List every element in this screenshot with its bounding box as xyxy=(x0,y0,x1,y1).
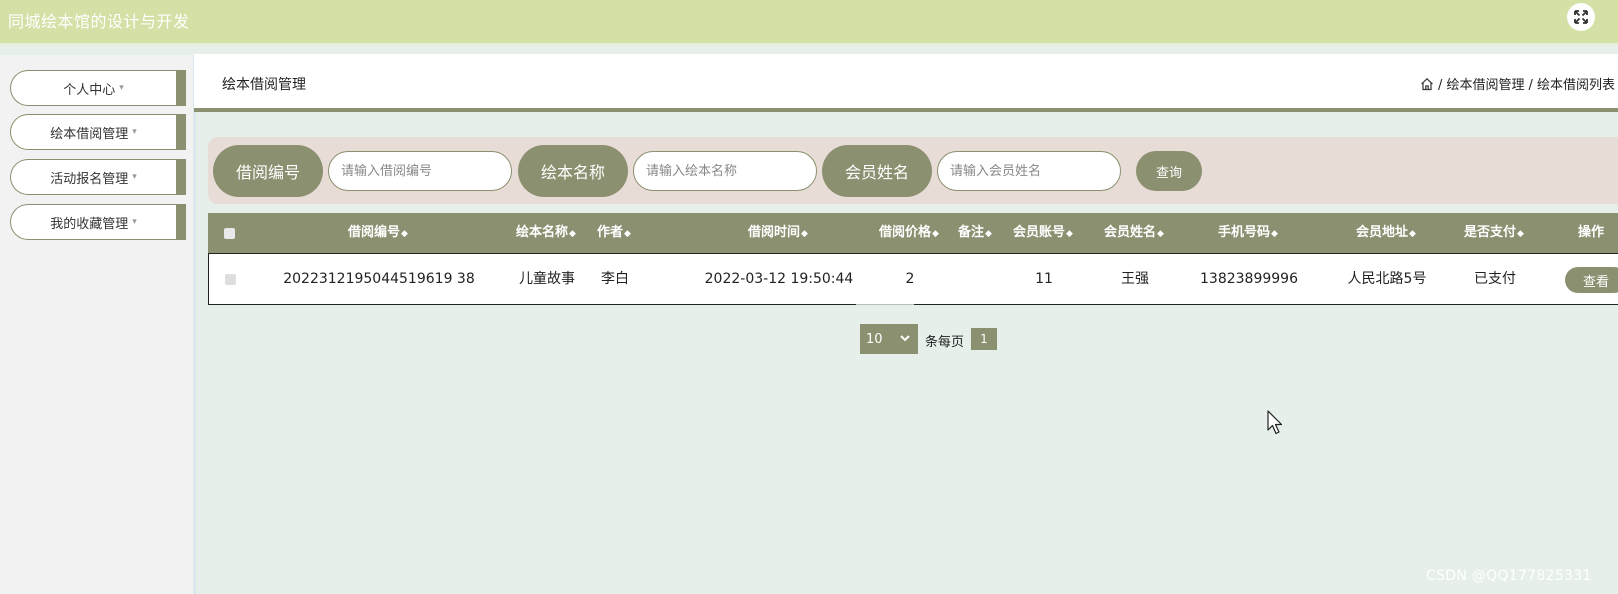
sidebar-item-label: 活动报名管理 xyxy=(50,171,129,187)
col-label: 会员账号 xyxy=(1013,225,1066,240)
chevron-down-icon xyxy=(898,331,912,349)
col-label: 会员地址 xyxy=(1356,225,1409,240)
breadcrumb: / 绘本借阅管理 / 绘本借阅列表 xyxy=(1420,74,1615,93)
table-row[interactable]: 2022312195044519619 38 儿童故事 李白 2022-03-1… xyxy=(208,253,1618,305)
col-label: 会员姓名 xyxy=(1104,225,1157,240)
col-member-account[interactable]: 会员账号◆ xyxy=(1006,213,1080,253)
sort-icon: ◆ xyxy=(569,229,576,239)
page-size-select[interactable]: 10 xyxy=(860,324,918,354)
sort-icon: ◆ xyxy=(1066,229,1073,239)
sort-icon: ◆ xyxy=(1157,229,1164,239)
app-title: 同城绘本馆的设计与开发 xyxy=(8,12,190,31)
sidebar-item-activity-signup[interactable]: 活动报名管理 ▾ xyxy=(10,159,186,195)
col-label: 作者 xyxy=(597,225,624,240)
sidebar-item-label: 绘本借阅管理 xyxy=(50,126,129,142)
sort-icon: ◆ xyxy=(401,229,408,239)
col-label: 手机号码 xyxy=(1218,225,1271,240)
top-header: 同城绘本馆的设计与开发 xyxy=(0,0,1618,46)
search-label-book-name: 绘本名称 xyxy=(518,145,628,197)
pagination-divider xyxy=(856,304,914,305)
caret-down-icon: ▾ xyxy=(132,127,137,137)
col-book-name[interactable]: 绘本名称◆ xyxy=(508,213,584,253)
caret-down-icon: ▾ xyxy=(132,217,137,227)
cell-book-name: 儿童故事 xyxy=(519,271,575,287)
cell-member-name: 王强 xyxy=(1121,271,1149,287)
view-button[interactable]: 查看 xyxy=(1565,267,1618,293)
cell-paid: 已支付 xyxy=(1474,271,1516,287)
col-label: 借阅价格 xyxy=(879,225,932,240)
borrow-table: 借阅编号◆ 绘本名称◆ 作者◆ 借阅时间◆ 借阅价格◆ 备注◆ 会员账号◆ 会员… xyxy=(208,213,1618,305)
col-price[interactable]: 借阅价格◆ xyxy=(870,213,948,253)
col-address[interactable]: 会员地址◆ xyxy=(1331,213,1441,253)
cell-price: 2 xyxy=(905,271,915,287)
col-label: 借阅编号 xyxy=(348,225,401,240)
col-label: 是否支付 xyxy=(1464,225,1517,240)
sidebar-item-label: 我的收藏管理 xyxy=(50,216,129,232)
search-bar: 借阅编号 绘本名称 会员姓名 查询 xyxy=(208,137,1618,204)
col-phone[interactable]: 手机号码◆ xyxy=(1193,213,1303,253)
col-member-name[interactable]: 会员姓名◆ xyxy=(1097,213,1171,253)
search-label-borrow-id: 借阅编号 xyxy=(213,145,323,197)
col-label: 备注 xyxy=(958,225,985,240)
book-name-input[interactable] xyxy=(633,151,817,191)
fullscreen-icon xyxy=(1574,10,1588,24)
sidebar-item-personal-center[interactable]: 个人中心 ▾ xyxy=(10,70,186,106)
table-header: 借阅编号◆ 绘本名称◆ 作者◆ 借阅时间◆ 借阅价格◆ 备注◆ 会员账号◆ 会员… xyxy=(208,213,1618,253)
sidebar-item-borrow-management[interactable]: 绘本借阅管理 ▾ xyxy=(10,114,186,150)
cell-phone: 13823899996 xyxy=(1200,271,1298,287)
sort-icon: ◆ xyxy=(801,229,808,239)
sidebar-item-label: 个人中心 xyxy=(63,82,116,98)
content-header: 绘本借阅管理 / 绘本借阅管理 / 绘本借阅列表 xyxy=(194,54,1618,112)
cell-borrow-time: 2022-03-12 19:50:44 xyxy=(704,271,854,287)
fullscreen-button[interactable] xyxy=(1567,3,1595,31)
cell-remark xyxy=(954,254,998,304)
col-borrow-id[interactable]: 借阅编号◆ xyxy=(278,213,478,253)
page-title: 绘本借阅管理 xyxy=(222,77,306,93)
col-label: 借阅时间 xyxy=(748,225,801,240)
col-actions: 操作 xyxy=(1566,213,1616,253)
borrow-id-input[interactable] xyxy=(328,151,512,191)
caret-down-icon: ▾ xyxy=(119,83,124,93)
sort-icon: ◆ xyxy=(1517,229,1524,239)
sidebar: 个人中心 ▾ 绘本借阅管理 ▾ 活动报名管理 ▾ 我的收藏管理 ▾ xyxy=(0,55,196,594)
breadcrumb-item[interactable]: / 绘本借阅管理 xyxy=(1438,74,1525,93)
cell-member-account: 11 xyxy=(1035,271,1053,287)
home-icon[interactable] xyxy=(1420,77,1434,91)
sort-icon: ◆ xyxy=(932,229,939,239)
per-page-label: 条每页 xyxy=(925,335,965,350)
sort-icon: ◆ xyxy=(624,229,631,239)
query-button[interactable]: 查询 xyxy=(1136,151,1202,191)
col-paid[interactable]: 是否支付◆ xyxy=(1454,213,1534,253)
cell-address: 人民北路5号 xyxy=(1347,271,1427,287)
mouse-cursor-icon xyxy=(1267,410,1283,435)
page-number-button[interactable]: 1 xyxy=(971,328,997,350)
row-checkbox[interactable] xyxy=(225,274,236,285)
cell-borrow-id: 2022312195044519619 38 xyxy=(283,271,475,287)
sort-icon: ◆ xyxy=(985,229,992,239)
select-all-checkbox[interactable] xyxy=(224,228,235,239)
col-label: 操作 xyxy=(1577,225,1604,240)
sort-icon: ◆ xyxy=(1271,229,1278,239)
breadcrumb-item: / 绘本借阅列表 xyxy=(1528,78,1616,93)
col-borrow-time[interactable]: 借阅时间◆ xyxy=(678,213,878,253)
caret-down-icon: ▾ xyxy=(132,172,137,182)
col-remark[interactable]: 备注◆ xyxy=(953,213,997,253)
sidebar-item-favorites[interactable]: 我的收藏管理 ▾ xyxy=(10,204,186,240)
sort-icon: ◆ xyxy=(1409,229,1416,239)
page-size-value: 10 xyxy=(866,331,883,347)
member-name-input[interactable] xyxy=(937,151,1121,191)
col-author[interactable]: 作者◆ xyxy=(591,213,637,253)
cell-author: 李白 xyxy=(601,271,629,287)
search-label-member-name: 会员姓名 xyxy=(822,145,932,197)
watermark: CSDN @QQ177825331 xyxy=(1426,568,1592,584)
col-label: 绘本名称 xyxy=(516,225,569,240)
